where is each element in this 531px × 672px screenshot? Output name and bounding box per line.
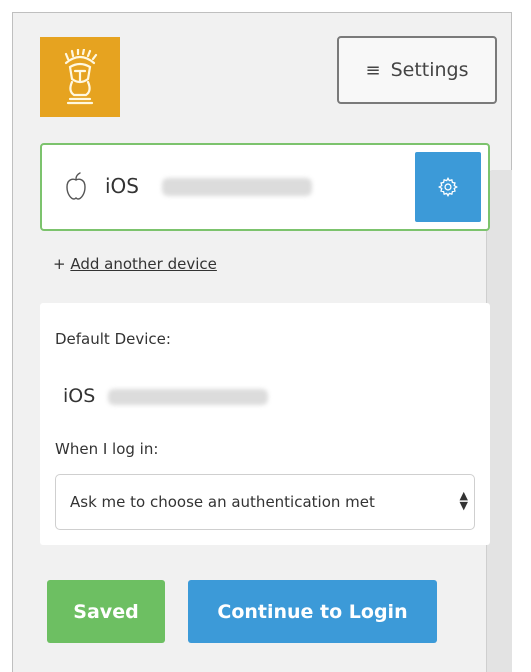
gear-icon bbox=[438, 176, 458, 198]
add-device-row: + Add another device bbox=[53, 255, 217, 273]
trojan-helmet-logo bbox=[64, 49, 98, 105]
device-card[interactable]: iOS bbox=[40, 143, 490, 231]
select-caret-icon: ▲ ▼ bbox=[455, 490, 468, 511]
saved-label: Saved bbox=[73, 600, 139, 623]
settings-button[interactable]: ≡ Settings bbox=[337, 36, 497, 104]
device-name: iOS bbox=[105, 174, 139, 198]
when-login-label: When I log in: bbox=[55, 440, 159, 458]
add-device-link[interactable]: Add another device bbox=[70, 255, 217, 273]
default-device-box: Default Device: iOS When I log in: Ask m… bbox=[40, 303, 490, 545]
default-device-value: iOS bbox=[63, 385, 96, 407]
continue-to-login-button[interactable]: Continue to Login bbox=[188, 580, 437, 643]
add-device-prefix: + bbox=[53, 255, 66, 273]
continue-label: Continue to Login bbox=[217, 600, 408, 623]
redacted-phone-number bbox=[108, 389, 268, 405]
redacted-phone-number bbox=[162, 178, 312, 196]
saved-button[interactable]: Saved bbox=[47, 580, 165, 643]
settings-label: Settings bbox=[390, 59, 469, 81]
login-option-select[interactable]: Ask me to choose an authentication met ▲… bbox=[55, 474, 475, 530]
default-device-label: Default Device: bbox=[55, 330, 171, 348]
login-option-value: Ask me to choose an authentication met bbox=[70, 493, 375, 511]
menu-icon: ≡ bbox=[365, 59, 381, 81]
apple-icon bbox=[66, 172, 86, 200]
device-settings-button[interactable] bbox=[415, 152, 481, 222]
logo bbox=[40, 37, 120, 117]
